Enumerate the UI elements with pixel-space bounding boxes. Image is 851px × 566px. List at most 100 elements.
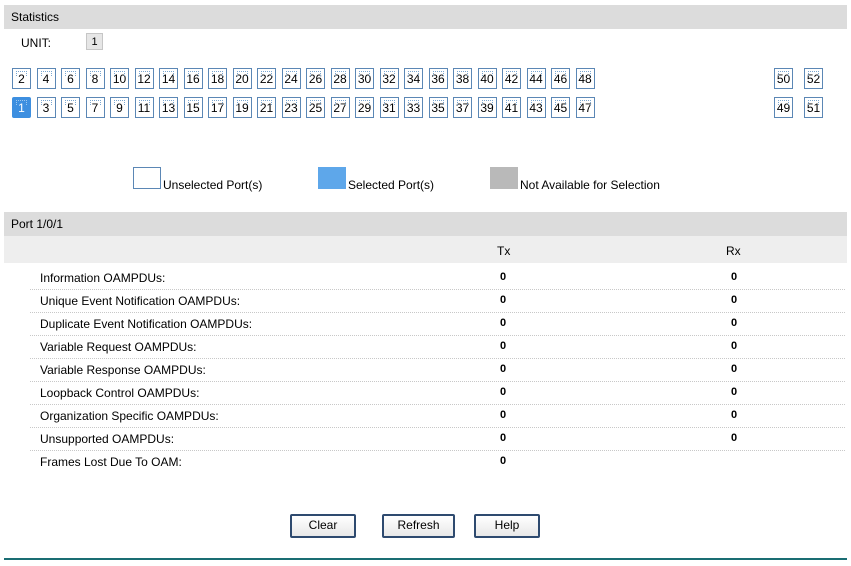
port-51[interactable]: 51 (804, 97, 823, 118)
rx-value: 0 (731, 432, 738, 444)
port-32[interactable]: 32 (379, 68, 399, 89)
refresh-button[interactable]: Refresh (382, 514, 455, 538)
port-28[interactable]: 28 (330, 68, 350, 89)
rx-value: 0 (731, 363, 738, 375)
port-30[interactable]: 30 (355, 68, 374, 89)
port-8[interactable]: 8 (85, 68, 105, 89)
rx-value: 0 (731, 271, 738, 283)
selected-port-icon (318, 167, 346, 189)
port-37[interactable]: 37 (453, 97, 472, 118)
unselected-port-icon (133, 167, 161, 189)
port-section-title: Port 1/0/1 (11, 217, 64, 231)
port-27[interactable]: 27 (330, 97, 350, 118)
table-row: Loopback Control OAMPDUs: 0 0 (4, 382, 847, 405)
row-label: Variable Request OAMPDUs: (40, 340, 197, 354)
port-22[interactable]: 22 (257, 68, 276, 89)
port-31[interactable]: 31 (379, 97, 399, 118)
port-7[interactable]: 7 (85, 97, 105, 118)
rx-value: 0 (731, 317, 738, 329)
row-label: Variable Response OAMPDUs: (40, 363, 206, 377)
statistics-title: Statistics (11, 10, 60, 24)
port-25[interactable]: 25 (306, 97, 325, 118)
port-39[interactable]: 39 (477, 97, 497, 118)
port-33[interactable]: 33 (404, 97, 423, 118)
tx-value: 0 (500, 340, 507, 352)
port-26[interactable]: 26 (306, 68, 325, 89)
port-15[interactable]: 15 (183, 97, 203, 118)
rx-value: 0 (731, 409, 738, 421)
table-row: Variable Request OAMPDUs: 0 0 (4, 336, 847, 359)
port-23[interactable]: 23 (281, 97, 301, 118)
port-45[interactable]: 45 (551, 97, 570, 118)
legend-selected: Selected Port(s) (348, 178, 435, 192)
table-row: Information OAMPDUs: 0 0 (4, 267, 847, 290)
port-1[interactable]: 1 (12, 97, 31, 118)
port-21[interactable]: 21 (257, 97, 276, 118)
port-section-header: Port 1/0/1 (4, 212, 847, 236)
legend-unselected: Unselected Port(s) (163, 178, 263, 192)
port-49[interactable]: 49 (774, 97, 793, 118)
table-row: Duplicate Event Notification OAMPDUs: 0 0 (4, 313, 847, 336)
port-13[interactable]: 13 (159, 97, 178, 118)
port-19[interactable]: 19 (232, 97, 252, 118)
row-label: Duplicate Event Notification OAMPDUs: (40, 317, 253, 331)
port-6[interactable]: 6 (61, 68, 80, 89)
row-label: Unsupported OAMPDUs: (40, 432, 175, 446)
port-20[interactable]: 20 (232, 68, 252, 89)
port-14[interactable]: 14 (159, 68, 178, 89)
port-46[interactable]: 46 (551, 68, 570, 89)
port-38[interactable]: 38 (453, 68, 472, 89)
row-label: Frames Lost Due To OAM: (40, 455, 182, 469)
row-label: Information OAMPDUs: (40, 271, 166, 285)
port-24[interactable]: 24 (281, 68, 301, 89)
tx-value: 0 (500, 386, 507, 398)
port-12[interactable]: 12 (134, 68, 154, 89)
port-3[interactable]: 3 (36, 97, 56, 118)
port-50[interactable]: 50 (774, 68, 793, 89)
tx-value: 0 (500, 409, 507, 421)
port-43[interactable]: 43 (526, 97, 546, 118)
not-available-port-icon (490, 167, 518, 189)
port-10[interactable]: 10 (110, 68, 129, 89)
port-36[interactable]: 36 (428, 68, 448, 89)
port-2[interactable]: 2 (12, 68, 31, 89)
statistics-header: Statistics (4, 5, 847, 29)
table-row: Unsupported OAMPDUs: 0 0 (4, 428, 847, 451)
tx-value: 0 (500, 455, 507, 467)
tx-column-header: Tx (497, 244, 511, 258)
port-44[interactable]: 44 (526, 68, 546, 89)
port-16[interactable]: 16 (183, 68, 203, 89)
port-17[interactable]: 17 (208, 97, 227, 118)
port-41[interactable]: 41 (502, 97, 521, 118)
table-row: Variable Response OAMPDUs: 0 0 (4, 359, 847, 382)
rx-column-header: Rx (726, 244, 741, 258)
tx-value: 0 (500, 317, 507, 329)
help-button[interactable]: Help (474, 514, 540, 538)
port-5[interactable]: 5 (61, 97, 80, 118)
port-42[interactable]: 42 (502, 68, 521, 89)
unit-selector[interactable]: 1 (86, 33, 103, 50)
port-9[interactable]: 9 (110, 97, 129, 118)
port-18[interactable]: 18 (208, 68, 227, 89)
port-47[interactable]: 47 (575, 97, 595, 118)
port-40[interactable]: 40 (477, 68, 497, 89)
port-4[interactable]: 4 (36, 68, 56, 89)
tx-value: 0 (500, 271, 507, 283)
tx-value: 0 (500, 294, 507, 306)
port-48[interactable]: 48 (575, 68, 595, 89)
rx-value: 0 (731, 294, 738, 306)
table-row: Organization Specific OAMPDUs: 0 0 (4, 405, 847, 428)
rx-value: 0 (731, 340, 738, 352)
port-52[interactable]: 52 (804, 68, 823, 89)
table-row: Frames Lost Due To OAM: 0 (4, 451, 847, 474)
legend-not-available: Not Available for Selection (520, 178, 660, 192)
table-header-row (4, 236, 847, 263)
clear-button[interactable]: Clear (290, 514, 356, 538)
port-34[interactable]: 34 (404, 68, 423, 89)
port-11[interactable]: 11 (134, 97, 154, 118)
unit-label: UNIT: (21, 36, 51, 50)
table-row: Unique Event Notification OAMPDUs: 0 0 (4, 290, 847, 313)
port-35[interactable]: 35 (428, 97, 448, 118)
port-29[interactable]: 29 (355, 97, 374, 118)
row-label: Loopback Control OAMPDUs: (40, 386, 200, 400)
